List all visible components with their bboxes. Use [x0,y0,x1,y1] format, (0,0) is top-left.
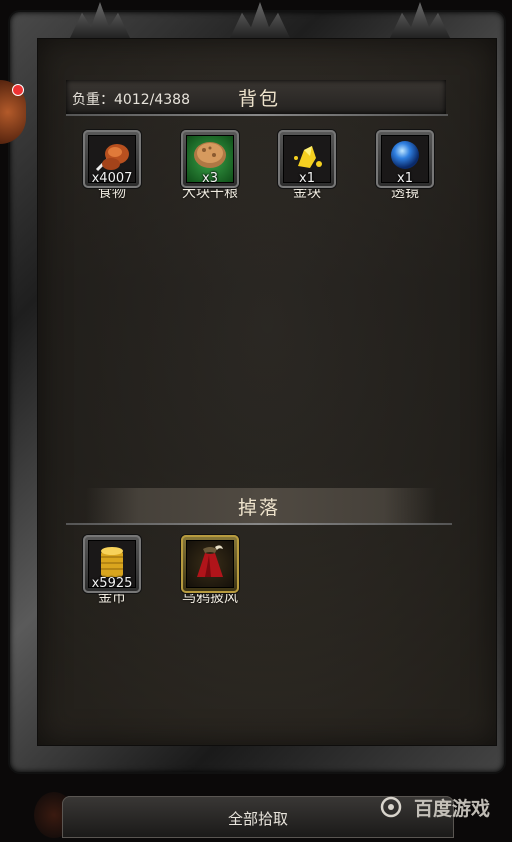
backpack-title: 背包 [238,88,281,110]
drop-item-gold-coins[interactable]: x5925 金币 [80,535,144,607]
backpack-item-lens[interactable]: x1 透镜 [373,130,437,202]
drops-title: 掉落 [238,497,281,519]
red-cloak-icon [197,545,223,577]
item-quantity: x1 [299,171,315,186]
watermark: 百度游戏 [413,798,490,820]
frame-spike [70,2,130,38]
notification-dot [12,84,24,96]
frame-spike [230,2,290,38]
backpack-item-food[interactable]: x4007 食物 [80,130,144,202]
drop-item-crow-cloak[interactable]: 乌鸦披风 [178,535,242,607]
item-quantity: x1 [397,171,413,186]
item-quantity: x4007 [91,171,133,186]
drops-divider [66,523,452,525]
weight-label: 负重：4012/4388 [72,92,190,108]
frame-spike [390,2,450,38]
baidu-games-logo-icon [380,796,402,818]
backpack-item-gold-nugget[interactable]: x1 金块 [275,130,339,202]
item-quantity: x5925 [91,576,133,591]
backpack-item-ration[interactable]: x3 大块干粮 [178,130,242,202]
item-quantity: x3 [202,171,218,186]
header-divider [66,114,448,116]
